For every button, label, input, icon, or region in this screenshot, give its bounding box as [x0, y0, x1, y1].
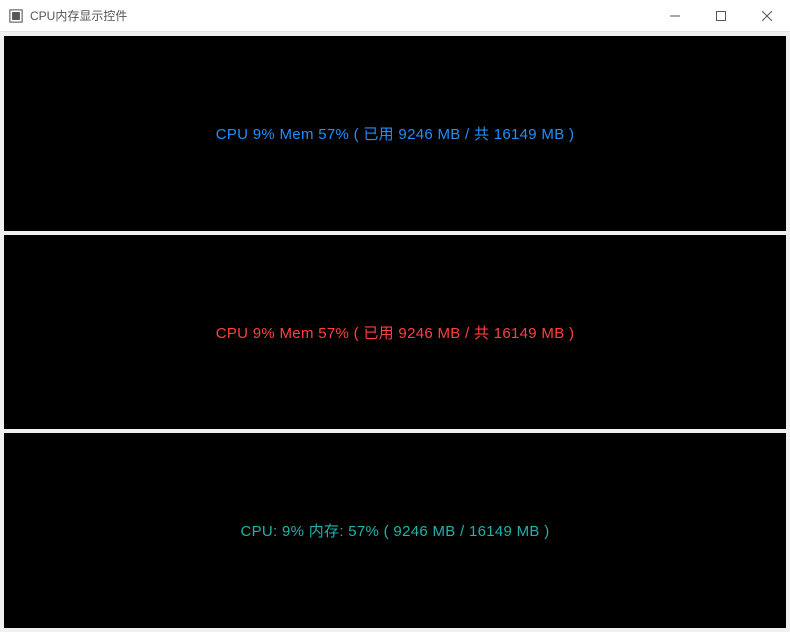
window-titlebar: CPU内存显示控件 [0, 0, 790, 32]
title-left-group: CPU内存显示控件 [8, 7, 127, 24]
window-title: CPU内存显示控件 [30, 7, 127, 24]
stats-panel-2: CPU 9% Mem 57% ( 已用 9246 MB / 共 16149 MB… [4, 235, 786, 430]
close-button[interactable] [744, 0, 790, 31]
stats-text-3: CPU: 9% 内存: 57% ( 9246 MB / 16149 MB ) [240, 520, 549, 541]
window-controls [652, 0, 790, 31]
minimize-button[interactable] [652, 0, 698, 31]
stats-panel-1: CPU 9% Mem 57% ( 已用 9246 MB / 共 16149 MB… [4, 36, 786, 231]
maximize-button[interactable] [698, 0, 744, 31]
stats-text-1: CPU 9% Mem 57% ( 已用 9246 MB / 共 16149 MB… [216, 123, 575, 144]
client-area: CPU 9% Mem 57% ( 已用 9246 MB / 共 16149 MB… [0, 32, 790, 632]
stats-text-2: CPU 9% Mem 57% ( 已用 9246 MB / 共 16149 MB… [216, 322, 575, 343]
stats-panel-3: CPU: 9% 内存: 57% ( 9246 MB / 16149 MB ) [4, 433, 786, 628]
app-icon [8, 8, 24, 24]
